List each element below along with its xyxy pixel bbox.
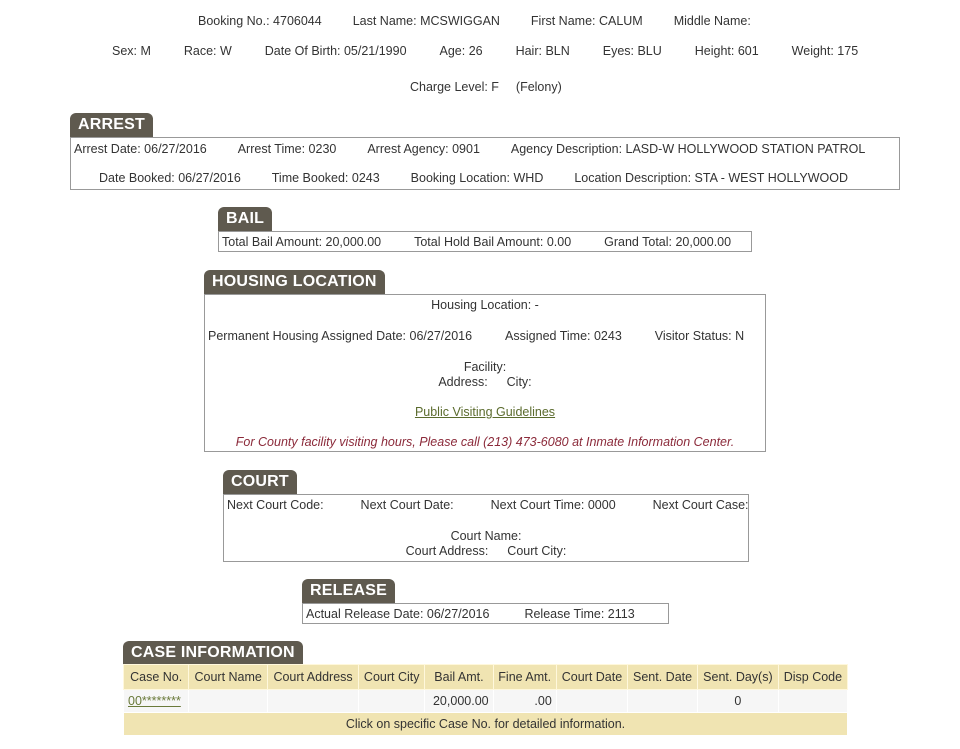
column-header: Court Date — [555, 664, 629, 690]
table-cell: 20,000.00 — [424, 689, 494, 713]
assigned-time: Assigned Time: 0243 — [505, 329, 622, 343]
first-name: First Name: CALUM — [530, 14, 643, 28]
column-header: Case No. — [122, 664, 190, 690]
grand-total: Grand Total: 20,000.00 — [604, 235, 732, 249]
last-name: Last Name: MCSWIGGAN — [352, 14, 500, 28]
court-city: Court City: — [507, 544, 567, 558]
city: City: — [506, 375, 532, 389]
visitor-status: Visitor Status: N — [654, 329, 745, 343]
height: Height: 601 — [694, 44, 759, 58]
table-cell — [777, 689, 849, 713]
booking-number: Booking No.: 4706044 — [198, 14, 322, 28]
arrest-section: Arrest Date: 06/27/2016 Arrest Time: 023… — [70, 137, 900, 190]
facility: Facility: — [463, 360, 507, 374]
release-time: Release Time: 2113 — [524, 607, 635, 621]
hair: Hair: BLN — [515, 44, 570, 58]
table-cell — [555, 689, 629, 713]
charge-description: (Felony) — [515, 80, 562, 94]
address: Address: — [438, 375, 488, 389]
court-section-title: COURT — [223, 470, 297, 494]
housing-row-2: Permanent Housing Assigned Date: 06/27/2… — [208, 329, 744, 343]
location-description: Location Description: STA - WEST HOLLYWO… — [574, 171, 849, 185]
sex: Sex: M — [112, 44, 151, 58]
court-name: Court Name: — [450, 529, 522, 543]
eyes: Eyes: BLU — [602, 44, 662, 58]
bail-section-title: BAIL — [218, 207, 273, 231]
booking-location: Booking Location: WHD — [410, 171, 544, 185]
bail-row: Total Bail Amount: 20,000.00 Total Hold … — [222, 235, 731, 249]
arrest-date: Arrest Date: 06/27/2016 — [74, 142, 207, 156]
race: Race: W — [183, 44, 232, 58]
table-row: 00******** 20,000.00 .00 0 — [122, 689, 849, 713]
header-row-1: Booking No.: 4706044 Last Name: MCSWIGGA… — [198, 14, 751, 28]
time-booked: Time Booked: 0243 — [271, 171, 380, 185]
case-information-table: Case No. Court Name Court Address Court … — [122, 664, 849, 736]
public-visiting-guidelines-link[interactable]: Public Visiting Guidelines — [415, 405, 555, 419]
date-booked: Date Booked: 06/27/2016 — [99, 171, 241, 185]
table-cell — [266, 689, 360, 713]
visiting-hours-note: For County facility visiting hours, Plea… — [235, 435, 735, 449]
charge-level: Charge Level: F — [410, 80, 499, 94]
release-section: Actual Release Date: 06/27/2016 Release … — [302, 603, 669, 624]
header-row-2: Sex: M Race: W Date Of Birth: 05/21/1990… — [112, 44, 858, 58]
next-court-case: Next Court Case: — [652, 498, 749, 512]
next-court-time: Next Court Time: 0000 — [490, 498, 616, 512]
agency-description: Agency Description: LASD-W HOLLYWOOD STA… — [510, 142, 866, 156]
table-cell — [188, 689, 268, 713]
total-hold-bail-amount: Total Hold Bail Amount: 0.00 — [414, 235, 572, 249]
arrest-row-1: Arrest Date: 06/27/2016 Arrest Time: 023… — [74, 142, 865, 156]
total-bail-amount: Total Bail Amount: 20,000.00 — [222, 235, 382, 249]
case-number-link[interactable]: 00******** — [128, 694, 181, 708]
case-table-header: Case No. Court Name Court Address Court … — [122, 664, 849, 690]
address-city: Address: City: — [205, 375, 765, 389]
court-row-1: Next Court Code: Next Court Date: Next C… — [227, 498, 749, 512]
housing-section-title: HOUSING LOCATION — [204, 270, 385, 294]
column-header: Court Address — [266, 664, 360, 690]
column-header: Fine Amt. — [492, 664, 557, 690]
court-section: Next Court Code: Next Court Date: Next C… — [223, 494, 749, 562]
arrest-agency: Arrest Agency: 0901 — [367, 142, 480, 156]
column-header: Bail Amt. — [424, 664, 494, 690]
court-address-city: Court Address: Court City: — [224, 544, 748, 558]
column-header: Sent. Day(s) — [696, 664, 779, 690]
arrest-time: Arrest Time: 0230 — [237, 142, 337, 156]
table-cell: 0 — [696, 689, 779, 713]
case-table-footer-text: Click on specific Case No. for detailed … — [123, 712, 848, 736]
table-cell: .00 — [492, 689, 557, 713]
middle-name: Middle Name: — [673, 14, 751, 28]
weight: Weight: 175 — [791, 44, 859, 58]
housing-section: Housing Location: - Permanent Housing As… — [204, 294, 766, 452]
table-cell — [627, 689, 698, 713]
release-section-title: RELEASE — [302, 579, 395, 603]
court-address: Court Address: — [405, 544, 489, 558]
assigned-date: Permanent Housing Assigned Date: 06/27/2… — [208, 329, 473, 343]
case-table-footer: Click on specific Case No. for detailed … — [123, 712, 848, 736]
header-row-3: Charge Level: F (Felony) — [410, 80, 562, 94]
release-row: Actual Release Date: 06/27/2016 Release … — [306, 607, 635, 621]
next-court-date: Next Court Date: — [360, 498, 454, 512]
column-header: Court City — [358, 664, 426, 690]
arrest-row-2: Date Booked: 06/27/2016 Time Booked: 024… — [99, 171, 848, 185]
arrest-section-title: ARREST — [70, 113, 153, 137]
case-information-section-title: CASE INFORMATION — [123, 641, 303, 665]
next-court-code: Next Court Code: — [227, 498, 324, 512]
column-header: Court Name — [188, 664, 268, 690]
age: Age: 26 — [439, 44, 483, 58]
bail-section: Total Bail Amount: 20,000.00 Total Hold … — [218, 231, 752, 252]
housing-location: Housing Location: - — [431, 298, 539, 312]
column-header: Disp Code — [777, 664, 849, 690]
actual-release-date: Actual Release Date: 06/27/2016 — [306, 607, 490, 621]
date-of-birth: Date Of Birth: 05/21/1990 — [264, 44, 407, 58]
table-cell — [358, 689, 426, 713]
column-header: Sent. Date — [627, 664, 698, 690]
